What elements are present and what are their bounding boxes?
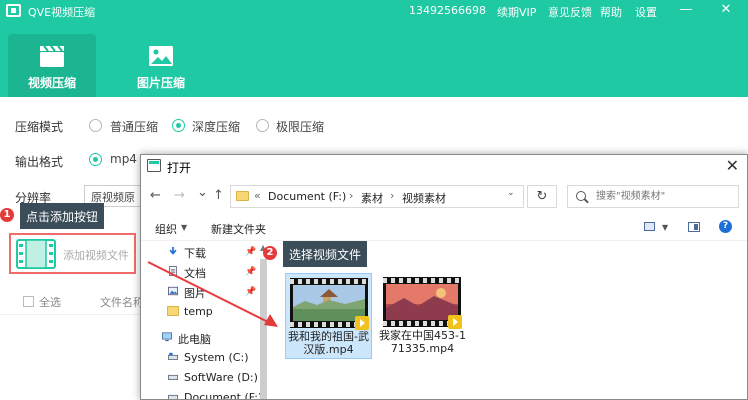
tooltip-select-video: 选择视频文件 xyxy=(283,241,368,267)
step-badge-2: 2 xyxy=(263,246,277,260)
step-badge-1: 1 xyxy=(0,208,14,222)
tooltip-click-add: 点击添加按钮 xyxy=(20,203,105,229)
annotation-arrows xyxy=(147,261,278,327)
arrow-line xyxy=(147,261,273,325)
